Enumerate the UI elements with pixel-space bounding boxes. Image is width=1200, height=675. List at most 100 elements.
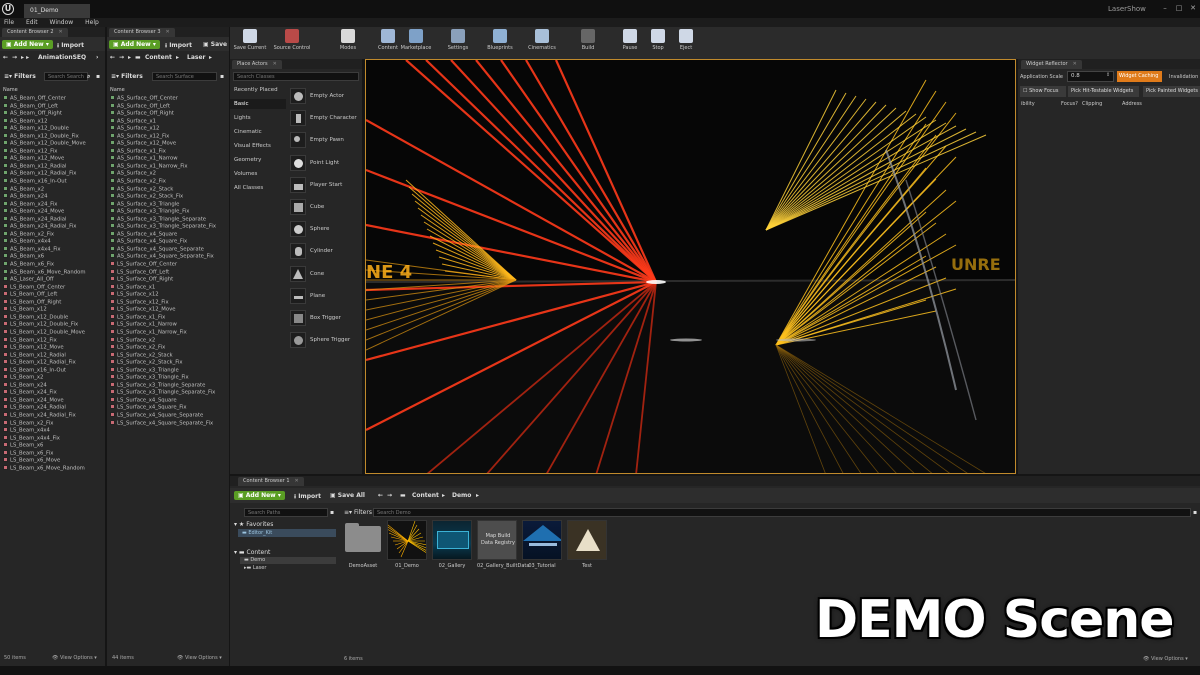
list-item[interactable]: LS_Surface_x3_Triangle_Separate_Fix: [107, 389, 228, 397]
list-item[interactable]: AS_Surface_x3_Triangle: [107, 200, 228, 209]
list-item[interactable]: LS_Beam_x24_Fix: [0, 389, 104, 397]
list-item[interactable]: AS_Beam_x12_Double_Move: [0, 140, 104, 148]
add-new-button[interactable]: ▣ Add New ▾: [2, 40, 53, 49]
import-button[interactable]: ⭳ Import: [57, 41, 84, 51]
build-button[interactable]: Build: [568, 29, 608, 51]
save-search-icon[interactable]: ▪: [330, 509, 334, 516]
list-item[interactable]: LS_Beam_x24_Move: [0, 396, 104, 405]
save-all-button[interactable]: ▣ Save All: [330, 492, 365, 499]
filters-dropdown[interactable]: ≡▾ Filters: [4, 73, 36, 80]
list-item[interactable]: AS_Beam_x4x4_Fix: [0, 245, 104, 254]
asset-tile[interactable]: 01_Demo: [387, 520, 427, 569]
class-search-input[interactable]: Search Classes: [233, 72, 359, 81]
breadcrumb-animationseq[interactable]: AnimationSEQ: [38, 54, 86, 61]
back-icon[interactable]: ←: [3, 54, 8, 61]
close-icon[interactable]: ✕: [1188, 4, 1198, 14]
save-search-icon[interactable]: ▪: [96, 73, 100, 80]
actor-sphere-trigger[interactable]: Sphere Trigger: [288, 331, 360, 351]
list-item[interactable]: LS_Beam_x24_Radial: [0, 404, 104, 412]
column-clipping[interactable]: Clipping: [1082, 101, 1102, 107]
list-item[interactable]: LS_Surface_x1_Narrow: [107, 321, 228, 329]
menu-edit[interactable]: Edit: [26, 18, 38, 27]
list-item[interactable]: LS_Surface_x1_Fix: [107, 313, 228, 322]
close-tab-icon[interactable]: ✕: [59, 29, 63, 35]
maximize-icon[interactable]: □: [1174, 4, 1184, 14]
list-item[interactable]: LS_Surface_Off_Left: [107, 268, 228, 277]
tab-content-browser-3[interactable]: Content Browser 3 ✕: [109, 28, 175, 37]
list-item[interactable]: LS_Surface_x12_Move: [107, 306, 228, 314]
list-item[interactable]: AS_Beam_x24_Fix: [0, 200, 104, 209]
breadcrumb-demo[interactable]: Demo: [452, 492, 471, 499]
list-item[interactable]: AS_Beam_x24_Radial: [0, 215, 104, 224]
list-item[interactable]: LS_Beam_x12_Move: [0, 344, 104, 352]
spin-icon[interactable]: ⇕: [1106, 72, 1110, 78]
save-button[interactable]: ▣ Save: [203, 41, 227, 48]
list-item[interactable]: LS_Beam_x12_Fix: [0, 336, 104, 345]
list-item[interactable]: AS_Surface_Off_Right: [107, 110, 228, 118]
list-item[interactable]: AS_Surface_x2_Stack: [107, 185, 228, 194]
column-header-name[interactable]: Name: [3, 87, 18, 93]
list-item[interactable]: LS_Beam_x6_Move: [0, 457, 104, 465]
tree-folder-laser[interactable]: ▸▬ Laser: [240, 565, 270, 571]
list-item[interactable]: LS_Beam_x6: [0, 442, 104, 450]
list-item[interactable]: AS_Beam_x12_Fix: [0, 147, 104, 156]
category-recently-placed[interactable]: Recently Placed: [234, 87, 278, 93]
list-item[interactable]: LS_Beam_Off_Right: [0, 298, 104, 307]
list-item[interactable]: LS_Surface_x3_Triangle: [107, 366, 228, 375]
actor-point-light[interactable]: Point Light: [288, 154, 360, 174]
list-item[interactable]: AS_Surface_x12: [107, 125, 228, 133]
list-item[interactable]: LS_Beam_Off_Center: [0, 283, 104, 292]
close-tab-icon[interactable]: ✕: [166, 29, 170, 35]
asset-tile[interactable]: Map Build Data Registry 02_Gallery_BuiltD…: [477, 520, 529, 569]
actor-plane[interactable]: Plane: [288, 287, 360, 307]
list-item[interactable]: AS_Beam_x12_Double: [0, 125, 104, 133]
search-paths-input[interactable]: Search Paths: [244, 508, 328, 517]
asset-tile[interactable]: DemoAsset: [343, 520, 383, 569]
list-item[interactable]: AS_Surface_x1: [107, 117, 228, 126]
list-item[interactable]: AS_Beam_x16_In-Out: [0, 178, 104, 186]
lock-icon[interactable]: ›: [96, 54, 98, 61]
actor-cube[interactable]: Cube: [288, 198, 360, 218]
list-item[interactable]: LS_Surface_x12: [107, 291, 228, 299]
list-item[interactable]: AS_Surface_x12_Move: [107, 140, 228, 148]
list-item[interactable]: LS_Beam_x6_Move_Random: [0, 464, 104, 473]
source-control-button[interactable]: Source Control: [272, 29, 312, 51]
list-item[interactable]: AS_Surface_Off_Left: [107, 102, 228, 111]
list-item[interactable]: AS_Surface_x1_Narrow: [107, 155, 228, 163]
list-item[interactable]: LS_Surface_x2_Fix: [107, 344, 228, 352]
asset-search-input[interactable]: Search Search: [44, 72, 88, 81]
actor-cylinder[interactable]: Cylinder: [288, 242, 360, 262]
minimize-icon[interactable]: –: [1160, 4, 1170, 14]
list-item[interactable]: AS_Beam_x24: [0, 193, 104, 201]
category-geometry[interactable]: Geometry: [234, 157, 261, 163]
forward-icon[interactable]: →: [119, 54, 124, 61]
list-item[interactable]: LS_Beam_x12_Double: [0, 313, 104, 322]
category-visual-effects[interactable]: Visual Effects: [234, 143, 271, 149]
settings-button[interactable]: Settings: [438, 29, 478, 51]
list-item[interactable]: AS_Beam_x2_Fix: [0, 230, 104, 239]
actor-player-start[interactable]: Player Start: [288, 176, 360, 196]
list-item[interactable]: LS_Surface_Off_Right: [107, 276, 228, 284]
breadcrumb-content[interactable]: Content: [412, 492, 439, 499]
list-item[interactable]: AS_Beam_Off_Right: [0, 110, 104, 118]
list-item[interactable]: LS_Surface_x4_Square_Separate: [107, 411, 228, 420]
asset-search-input[interactable]: Search Surface: [152, 72, 217, 81]
level-tab[interactable]: 01_Demo: [24, 4, 90, 18]
show-focus-toggle[interactable]: ☐ Show Focus: [1020, 86, 1066, 97]
list-item[interactable]: AS_Surface_x1_Narrow_Fix: [107, 162, 228, 171]
list-item[interactable]: LS_Beam_x2_Fix: [0, 419, 104, 428]
view-options-button[interactable]: 👁 View Options ▾: [177, 655, 222, 661]
list-item[interactable]: LS_Surface_x2: [107, 336, 228, 345]
category-all-classes[interactable]: All Classes: [234, 185, 263, 191]
list-item[interactable]: LS_Surface_x2_Stack: [107, 351, 228, 360]
category-cinematic[interactable]: Cinematic: [234, 129, 262, 135]
list-item[interactable]: AS_Beam_x12_Move: [0, 155, 104, 163]
actor-empty-actor[interactable]: Empty Actor: [288, 87, 360, 107]
favorites-header[interactable]: ▾ ★ Favorites: [234, 521, 273, 528]
list-item[interactable]: LS_Beam_x16_In-Out: [0, 366, 104, 375]
list-item[interactable]: AS_Beam_x6: [0, 253, 104, 261]
category-volumes[interactable]: Volumes: [234, 171, 257, 177]
actor-empty-pawn[interactable]: Empty Pawn: [288, 131, 360, 151]
list-item[interactable]: AS_Beam_x24_Move: [0, 208, 104, 216]
tab-widget-reflector[interactable]: Widget Reflector ✕: [1021, 60, 1082, 69]
